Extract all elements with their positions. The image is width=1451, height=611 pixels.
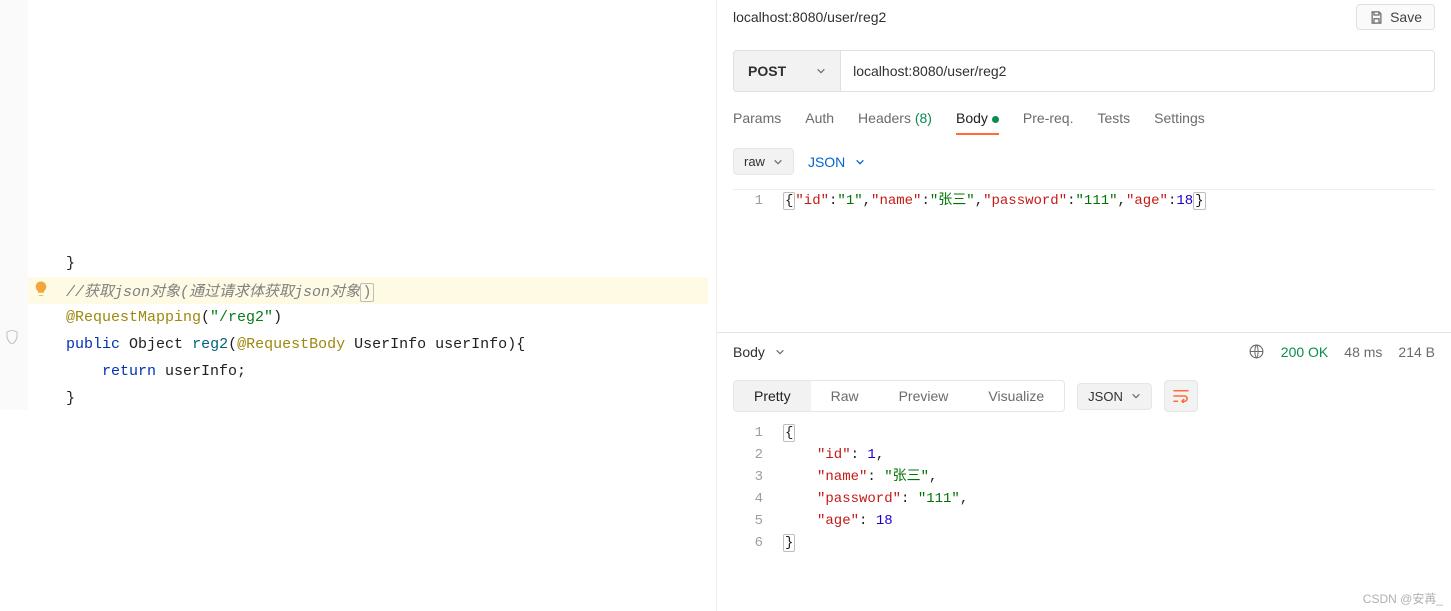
modified-dot-icon bbox=[992, 116, 999, 123]
caret-brace: ) bbox=[360, 283, 374, 302]
request-body-editor[interactable]: 1 {"id":"1","name":"张三","password":"111"… bbox=[733, 189, 1435, 212]
url-input[interactable] bbox=[841, 50, 1435, 92]
view-raw[interactable]: Raw bbox=[811, 381, 879, 411]
code-editor-pane: } //获取json对象(通过请求体获取json对象) @RequestMapp… bbox=[0, 0, 716, 611]
response-time: 48 ms bbox=[1344, 344, 1382, 360]
tab-tests[interactable]: Tests bbox=[1097, 110, 1130, 134]
code-annotation: @RequestMapping("/reg2") bbox=[28, 304, 708, 331]
code-method-signature: public Object reg2(@RequestBody UserInfo… bbox=[28, 331, 708, 358]
view-preview[interactable]: Preview bbox=[879, 381, 969, 411]
tab-auth[interactable]: Auth bbox=[805, 110, 834, 134]
editor-gutter bbox=[0, 0, 28, 410]
chevron-down-icon bbox=[773, 157, 783, 167]
code-return: return userInfo; bbox=[28, 358, 708, 385]
view-pretty[interactable]: Pretty bbox=[734, 381, 811, 411]
globe-icon[interactable] bbox=[1248, 343, 1265, 360]
wrap-icon bbox=[1172, 389, 1190, 403]
postman-pane: localhost:8080/user/reg2 Save POST Param… bbox=[716, 0, 1451, 611]
body-lang-select[interactable]: JSON bbox=[808, 154, 865, 170]
request-title: localhost:8080/user/reg2 bbox=[733, 9, 886, 25]
save-icon bbox=[1369, 10, 1384, 25]
body-type-select[interactable]: raw bbox=[733, 148, 794, 175]
chevron-down-icon bbox=[816, 66, 826, 76]
shield-icon bbox=[6, 330, 18, 347]
chevron-down-icon bbox=[775, 347, 785, 357]
tab-prereq[interactable]: Pre-req. bbox=[1023, 110, 1074, 134]
tab-settings[interactable]: Settings bbox=[1154, 110, 1205, 134]
response-meta: 200 OK 48 ms 214 B bbox=[1248, 343, 1435, 360]
view-visualize[interactable]: Visualize bbox=[968, 381, 1064, 411]
comment-text: //获取json对象(通过请求体获取json对象) bbox=[28, 280, 374, 302]
line-number: 1 bbox=[733, 190, 783, 212]
wrap-lines-button[interactable] bbox=[1164, 380, 1198, 412]
response-section-select[interactable]: Body bbox=[733, 344, 785, 360]
response-view-segment: Pretty Raw Preview Visualize bbox=[733, 380, 1065, 412]
tab-body[interactable]: Body bbox=[956, 110, 999, 134]
watermark: CSDN @安苒_ bbox=[1363, 590, 1443, 607]
http-method-select[interactable]: POST bbox=[733, 50, 841, 92]
save-button[interactable]: Save bbox=[1356, 4, 1435, 30]
request-tabs: Params Auth Headers (8) Body Pre-req. Te… bbox=[717, 92, 1451, 134]
tab-params[interactable]: Params bbox=[733, 110, 781, 134]
highlighted-line[interactable]: //获取json对象(通过请求体获取json对象) bbox=[28, 277, 708, 304]
chevron-down-icon bbox=[855, 157, 865, 167]
lightbulb-icon bbox=[32, 280, 50, 298]
response-size: 214 B bbox=[1398, 344, 1435, 360]
status-code: 200 OK bbox=[1281, 344, 1328, 360]
response-lang-select[interactable]: JSON bbox=[1077, 383, 1152, 410]
code-brace-end: } bbox=[28, 385, 708, 412]
chevron-down-icon bbox=[1131, 391, 1141, 401]
tab-headers[interactable]: Headers (8) bbox=[858, 110, 932, 134]
response-body[interactable]: 1{ 2"id": 1, 3"name": "张三", 4"password":… bbox=[717, 412, 1451, 554]
code-brace-end-prev: } bbox=[28, 250, 708, 277]
